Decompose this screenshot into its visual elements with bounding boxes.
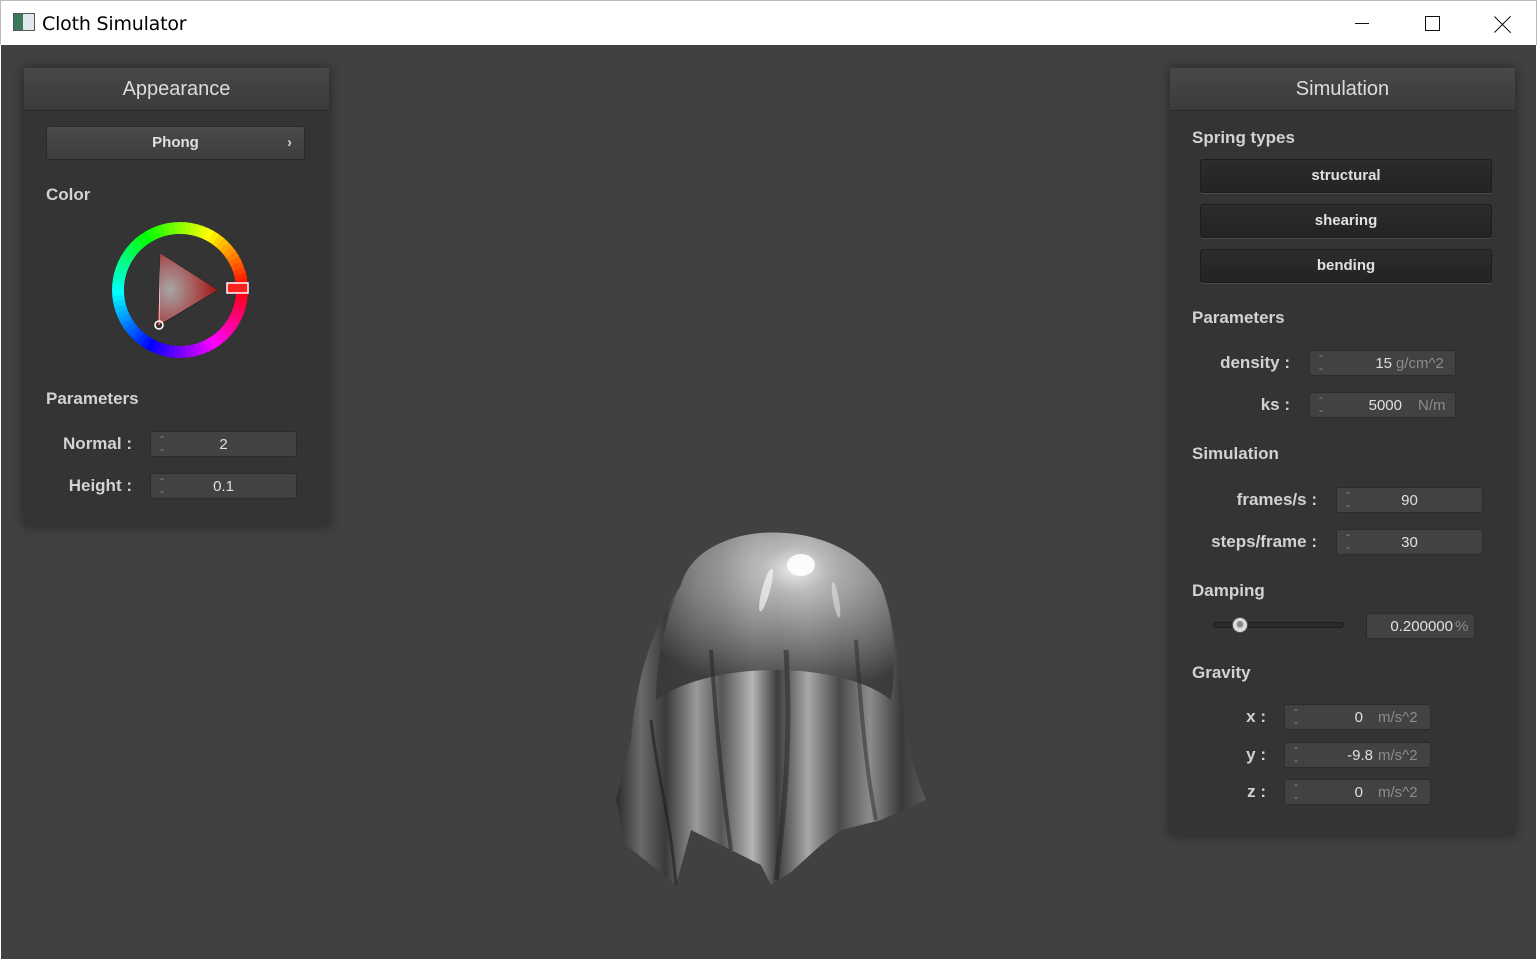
- ks-unit: N/m: [1418, 397, 1446, 414]
- spin-arrows-icon[interactable]: ⌃ ⌄: [1291, 746, 1301, 764]
- normal-value: 2: [219, 436, 228, 453]
- gravity-y-value: -9.8: [1347, 747, 1373, 764]
- damping-label: Damping: [1192, 581, 1265, 600]
- spin-arrows-icon[interactable]: ⌃ ⌄: [1291, 783, 1301, 801]
- density-unit: g/cm^2: [1396, 355, 1444, 372]
- appearance-header: Appearance: [24, 68, 329, 111]
- spin-arrows-icon[interactable]: ⌃ ⌄: [1343, 533, 1353, 551]
- density-spinbox[interactable]: ⌃ ⌄ 15 g/cm^2: [1309, 350, 1456, 376]
- title-bar: Cloth Simulator: [0, 0, 1537, 45]
- spin-arrows-icon[interactable]: ⌃ ⌄: [1316, 354, 1326, 372]
- density-value: 15: [1375, 355, 1392, 372]
- maximize-icon: [1424, 16, 1440, 31]
- normal-label: Normal :: [63, 434, 132, 453]
- height-value: 0.1: [213, 478, 234, 495]
- appearance-panel: Appearance Phong › Color Parameters Norm…: [24, 68, 329, 526]
- fps-value: 90: [1401, 492, 1418, 509]
- minimize-button[interactable]: [1327, 1, 1397, 46]
- gravity-y-spinbox[interactable]: ⌃ ⌄ -9.8 m/s^2: [1284, 742, 1431, 768]
- height-label: Height :: [68, 476, 132, 495]
- shader-select-label: Phong: [152, 134, 199, 151]
- gravity-x-spinbox[interactable]: ⌃ ⌄ 0 m/s^2: [1284, 704, 1431, 730]
- shader-select-button[interactable]: Phong ›: [46, 126, 305, 160]
- sim-rate-label: Simulation: [1192, 444, 1279, 463]
- spin-arrows-icon[interactable]: ⌃ ⌄: [157, 477, 167, 495]
- spring-types-label: Spring types: [1192, 128, 1295, 147]
- close-icon: [1494, 15, 1512, 33]
- minimize-icon: [1355, 23, 1369, 24]
- gravity-label: Gravity: [1192, 663, 1251, 682]
- appearance-params-label: Parameters: [46, 389, 139, 408]
- damping-slider-handle[interactable]: [1232, 617, 1248, 633]
- structural-spring-button[interactable]: structural: [1200, 159, 1492, 193]
- gravity-x-value: 0: [1354, 709, 1363, 726]
- gravity-z-spinbox[interactable]: ⌃ ⌄ 0 m/s^2: [1284, 779, 1431, 805]
- ks-spinbox[interactable]: ⌃ ⌄ 5000 N/m: [1309, 392, 1456, 418]
- color-wheel[interactable]: [110, 220, 252, 362]
- maximize-button[interactable]: [1397, 1, 1467, 46]
- ks-value: 5000: [1368, 397, 1402, 414]
- shearing-spring-button[interactable]: shearing: [1200, 204, 1492, 238]
- ks-label: ks :: [1260, 395, 1290, 414]
- simulation-panel: Simulation Spring types structural shear…: [1170, 68, 1515, 835]
- height-spinbox[interactable]: ⌃ ⌄ 0.1: [150, 473, 297, 499]
- steps-label: steps/frame :: [1211, 532, 1317, 551]
- hue-picker-handle[interactable]: [226, 282, 249, 294]
- steps-spinbox[interactable]: ⌃ ⌄ 30: [1336, 529, 1483, 555]
- spin-arrows-icon[interactable]: ⌃ ⌄: [157, 435, 167, 453]
- damping-unit: %: [1455, 618, 1469, 635]
- color-section-label: Color: [46, 185, 91, 204]
- fps-spinbox[interactable]: ⌃ ⌄ 90: [1336, 487, 1483, 513]
- spin-arrows-icon[interactable]: ⌃ ⌄: [1291, 708, 1301, 726]
- spin-arrows-icon[interactable]: ⌃ ⌄: [1343, 491, 1353, 509]
- fps-label: frames/s :: [1236, 490, 1317, 509]
- gravity-z-value: 0: [1354, 784, 1363, 801]
- simulation-header: Simulation: [1170, 68, 1515, 111]
- cloth-render: [616, 532, 926, 886]
- damping-field[interactable]: 0.200000 %: [1366, 613, 1475, 639]
- gravity-y-unit: m/s^2: [1378, 747, 1418, 764]
- window-title: Cloth Simulator: [42, 13, 187, 35]
- gravity-z-label: z :: [1247, 782, 1266, 801]
- density-label: density :: [1220, 353, 1290, 372]
- app-window-icon: [13, 13, 35, 31]
- gravity-z-unit: m/s^2: [1378, 784, 1418, 801]
- steps-value: 30: [1401, 534, 1418, 551]
- normal-spinbox[interactable]: ⌃ ⌄ 2: [150, 431, 297, 457]
- render-viewport[interactable]: Appearance Phong › Color Parameters Norm…: [1, 45, 1536, 959]
- gravity-x-unit: m/s^2: [1378, 709, 1418, 726]
- spin-arrows-icon[interactable]: ⌃ ⌄: [1316, 396, 1326, 414]
- sim-params-label: Parameters: [1192, 308, 1285, 327]
- close-button[interactable]: [1468, 1, 1537, 46]
- bending-spring-button[interactable]: bending: [1200, 249, 1492, 283]
- gravity-y-label: y :: [1246, 745, 1266, 764]
- damping-value: 0.200000: [1390, 618, 1453, 635]
- chevron-right-icon: ›: [287, 134, 292, 151]
- gravity-x-label: x :: [1246, 707, 1266, 726]
